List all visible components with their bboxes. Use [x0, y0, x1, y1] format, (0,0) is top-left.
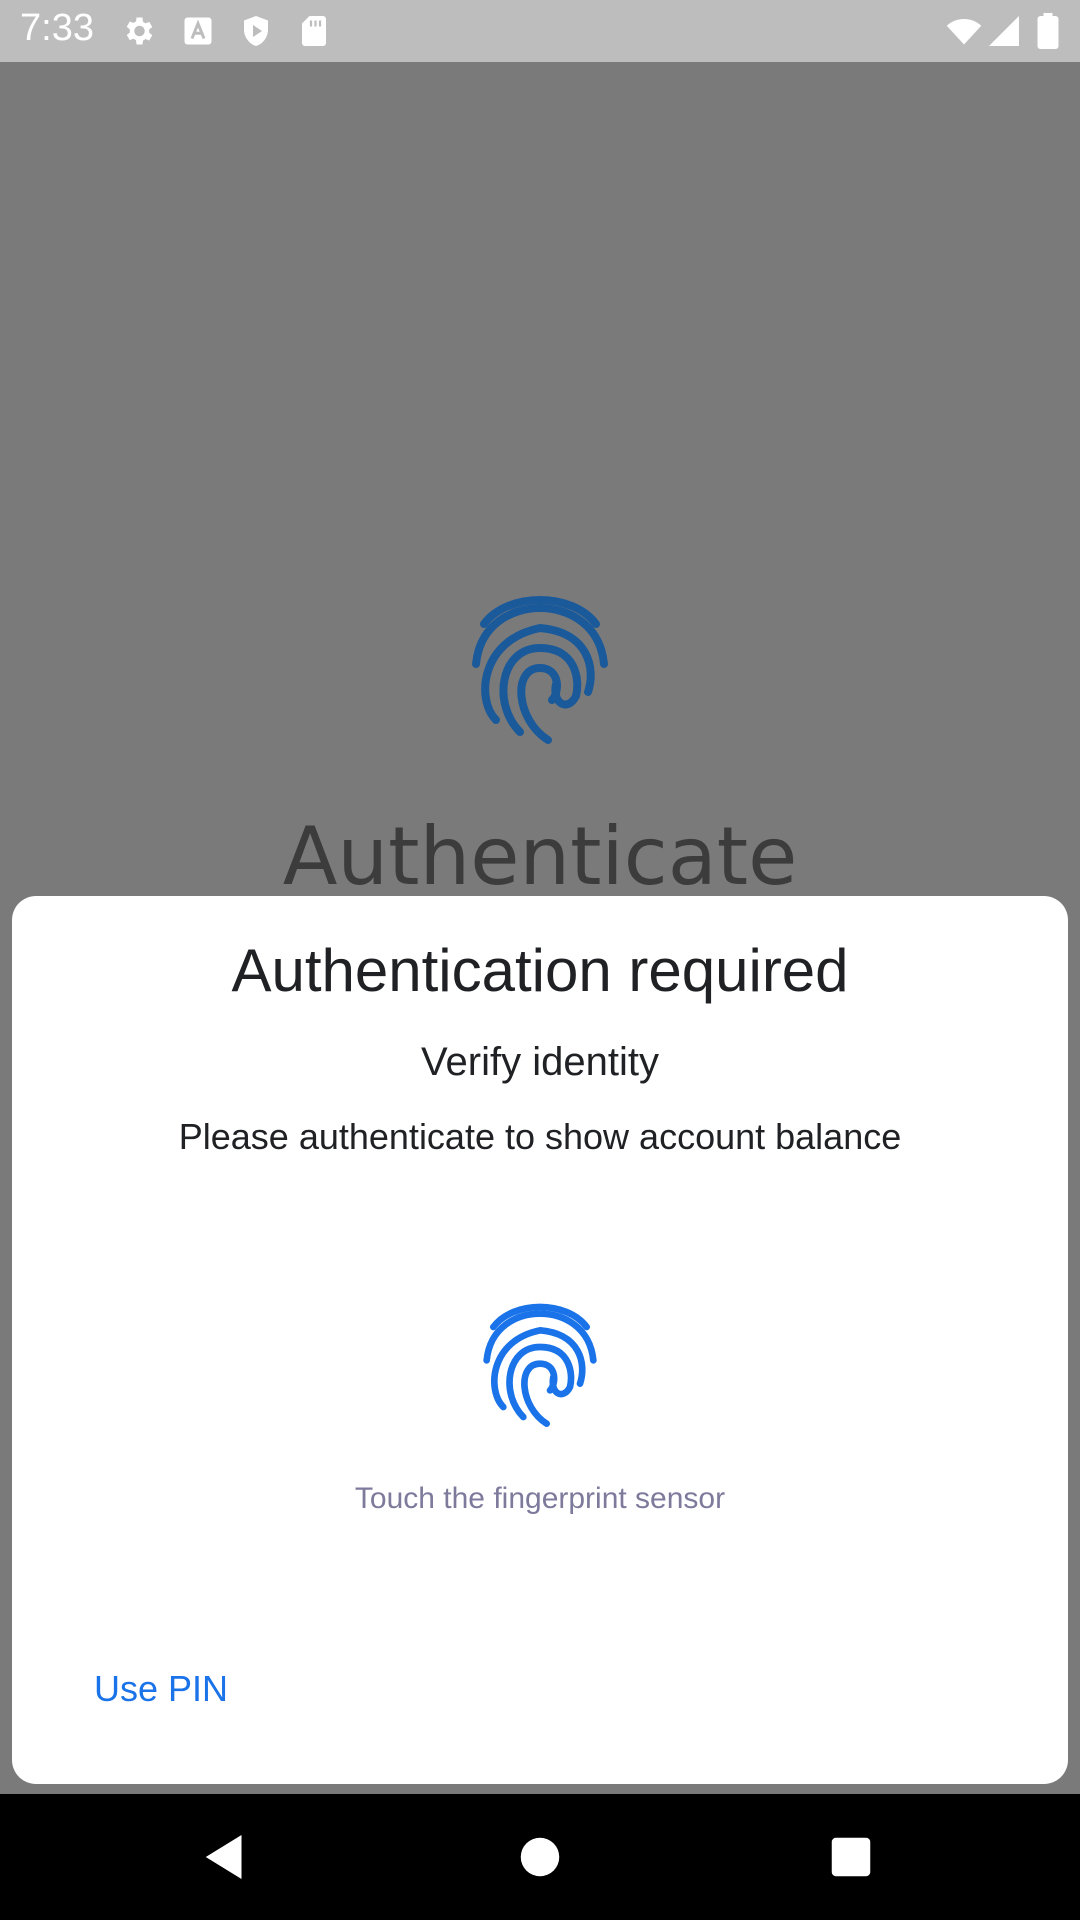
screen: 7:33 Authenticate Authentication require… [0, 0, 1080, 1920]
dialog-title: Authentication required [231, 937, 849, 1004]
dialog-description: Please authenticate to show account bala… [178, 1116, 902, 1157]
play-protect-icon [244, 16, 268, 46]
settings-icon [126, 17, 153, 45]
battery-icon [1037, 13, 1059, 49]
dialog-subtitle: Verify identity [421, 1040, 659, 1084]
navigation-bar [0, 1794, 1080, 1920]
keyboard-a-icon [184, 17, 212, 45]
fingerprint-icon [483, 1303, 597, 1427]
recents-icon[interactable] [818, 1824, 884, 1890]
wifi-icon [946, 19, 982, 45]
back-icon[interactable] [192, 1824, 258, 1890]
status-time: 7:33 [20, 7, 94, 49]
signal-icon [989, 16, 1019, 46]
authentication-dialog: Authentication required Verify identity … [12, 896, 1068, 1784]
sd-card-icon [302, 16, 326, 46]
status-bar: 7:33 [0, 0, 1080, 62]
fingerprint-hint: Touch the fingerprint sensor [354, 1482, 726, 1515]
use-pin-button[interactable]: Use PIN [82, 1660, 240, 1718]
background-title: Authenticate [282, 810, 798, 903]
background-fingerprint-icon [472, 596, 608, 744]
home-icon[interactable] [507, 1824, 573, 1890]
